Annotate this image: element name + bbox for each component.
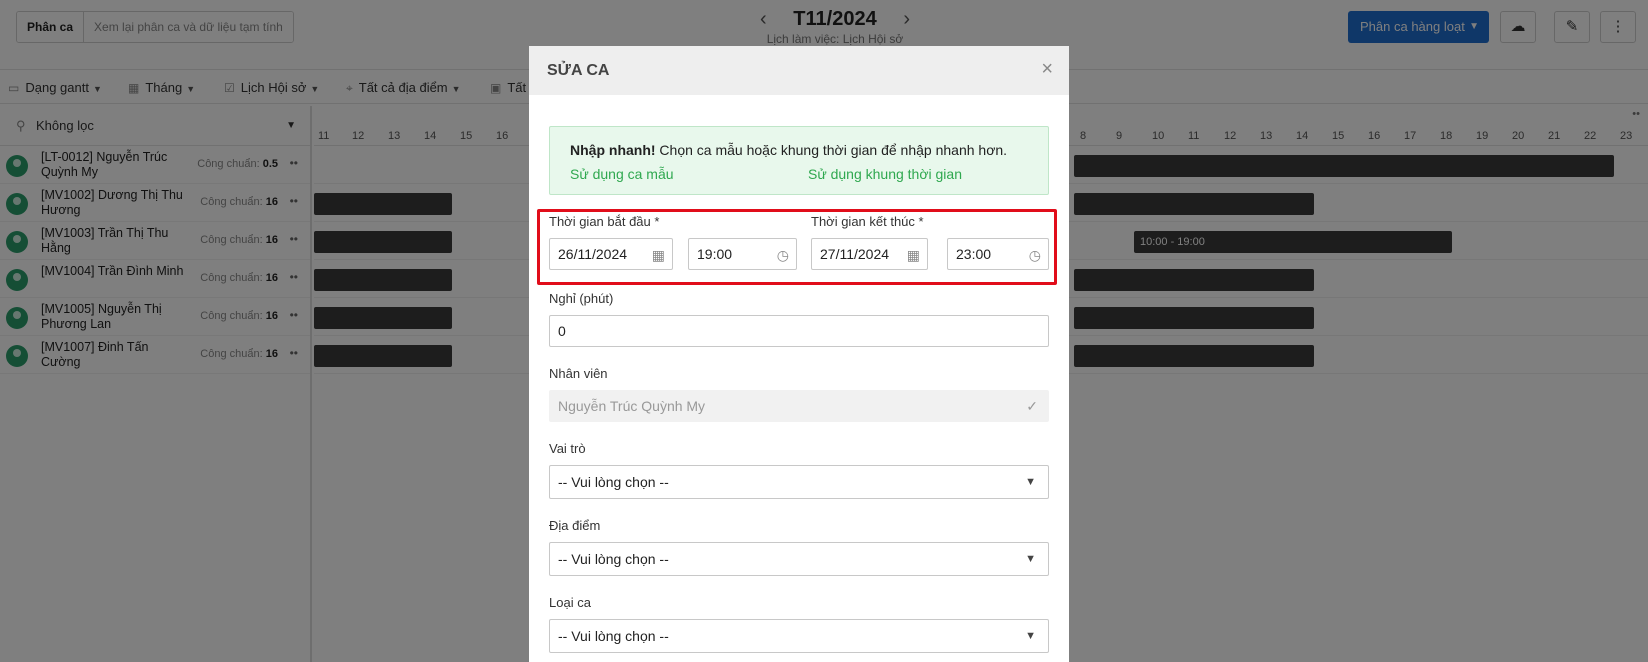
chevron-down-icon: ▼ [1025, 553, 1036, 565]
use-timeframe-link[interactable]: Sử dụng khung thời gian [808, 166, 962, 182]
quick-entry-alert: Nhập nhanh! Chọn ca mẫu hoặc khung thời … [549, 126, 1049, 195]
close-icon[interactable]: × [1041, 58, 1053, 81]
role-select[interactable]: -- Vui lòng chọn -- ▼ [549, 465, 1049, 499]
shift-type-label: Loại ca [549, 595, 591, 610]
role-label: Vai trò [549, 441, 586, 456]
clock-icon[interactable]: ◷ [777, 240, 789, 270]
role-value: -- Vui lòng chọn -- [558, 474, 669, 490]
chevron-down-icon: ▼ [1025, 476, 1036, 488]
quick-entry-bold: Nhập nhanh! [570, 142, 656, 158]
shift-type-value: -- Vui lòng chọn -- [558, 628, 669, 644]
break-label: Nghỉ (phút) [549, 291, 614, 306]
location-select[interactable]: -- Vui lòng chọn -- ▼ [549, 542, 1049, 576]
employee-label: Nhân viên [549, 366, 608, 381]
end-time-label: Thời gian kết thúc * [811, 214, 924, 229]
calendar-icon[interactable]: ▦ [907, 240, 920, 270]
location-value: -- Vui lòng chọn -- [558, 551, 669, 567]
use-template-link[interactable]: Sử dụng ca mẫu [570, 166, 674, 182]
edit-shift-modal: SỬA CA × Nhập nhanh! Chọn ca mẫu hoặc kh… [529, 46, 1069, 662]
employee-value: Nguyễn Trúc Quỳnh My [558, 398, 706, 414]
check-icon: ✓ [1026, 398, 1038, 414]
break-value: 0 [558, 323, 566, 339]
break-input[interactable]: 0 [549, 315, 1049, 347]
employee-field: Nguyễn Trúc Quỳnh My ✓ [549, 390, 1049, 422]
start-time-value: 19:00 [697, 246, 733, 262]
location-label: Địa điểm [549, 518, 601, 533]
chevron-down-icon: ▼ [1025, 630, 1036, 642]
end-time-input[interactable]: 23:00 ◷ [947, 238, 1049, 270]
modal-title: SỬA CA [547, 62, 610, 79]
end-time-value: 23:00 [956, 246, 992, 262]
clock-icon[interactable]: ◷ [1029, 240, 1041, 270]
quick-entry-desc: Chọn ca mẫu hoặc khung thời gian để nhập… [655, 142, 1008, 158]
end-date-value: 27/11/2024 [820, 246, 890, 262]
quick-entry-text: Nhập nhanh! Chọn ca mẫu hoặc khung thời … [570, 142, 1007, 158]
start-time-label: Thời gian bắt đầu * [549, 214, 660, 229]
start-date-value: 26/11/2024 [558, 246, 628, 262]
end-date-input[interactable]: 27/11/2024 ▦ [811, 238, 928, 270]
start-time-input[interactable]: 19:00 ◷ [688, 238, 797, 270]
start-date-input[interactable]: 26/11/2024 ▦ [549, 238, 673, 270]
calendar-icon[interactable]: ▦ [652, 240, 665, 270]
shift-type-select[interactable]: -- Vui lòng chọn -- ▼ [549, 619, 1049, 653]
modal-header: SỬA CA × [529, 46, 1069, 95]
